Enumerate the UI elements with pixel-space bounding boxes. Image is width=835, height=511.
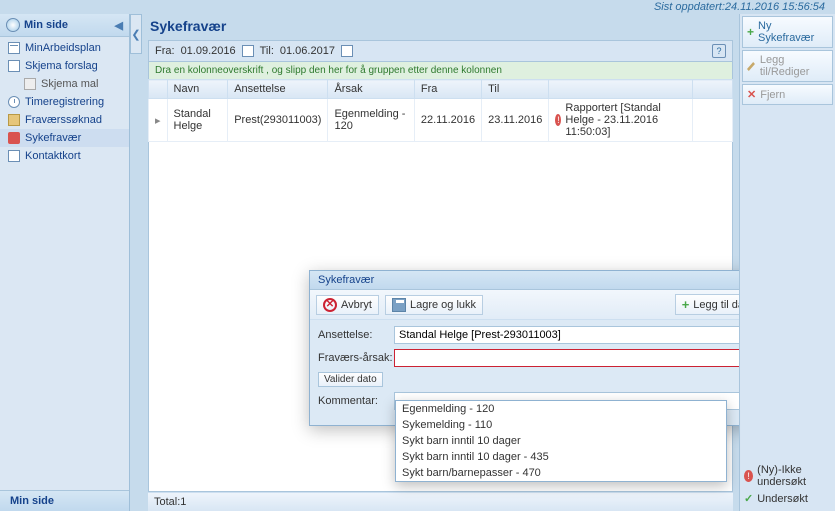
pencil-icon bbox=[747, 61, 756, 71]
x-icon: ✕ bbox=[747, 88, 756, 101]
group-by-hint: Dra en kolonneoverskrift , og slipp den … bbox=[148, 62, 733, 79]
col-ansettelse[interactable]: Ansettelse bbox=[228, 80, 328, 99]
cell-fra: 22.11.2016 bbox=[414, 99, 481, 142]
warning-icon: ! bbox=[555, 114, 561, 126]
sidebar-footer[interactable]: Min side bbox=[0, 490, 129, 511]
fra-value[interactable]: 01.09.2016 bbox=[181, 45, 236, 57]
remove-label: Fjern bbox=[760, 89, 785, 101]
col-navn[interactable]: Navn bbox=[167, 80, 228, 99]
option-egenmelding[interactable]: Egenmelding - 120 bbox=[396, 401, 726, 417]
col-fra[interactable]: Fra bbox=[414, 80, 481, 99]
save-label: Lagre og lukk bbox=[410, 299, 476, 311]
col-til[interactable]: Til bbox=[482, 80, 549, 99]
legend-examined: Undersøkt bbox=[757, 493, 808, 505]
col-status bbox=[549, 80, 693, 99]
clock-icon bbox=[8, 96, 20, 108]
arsak-dropdown[interactable]: Egenmelding - 120 Sykemelding - 110 Sykt… bbox=[395, 400, 727, 482]
table-row[interactable]: ▸ Standal Helge Prest(293011003) Egenmel… bbox=[149, 99, 733, 142]
document-icon bbox=[8, 60, 20, 72]
right-action-panel: + Ny Sykefravær Legg til/Rediger ✕ Fjern !… bbox=[739, 14, 835, 511]
sidebar-item-fravaerssoknad[interactable]: Fraværssøknad bbox=[0, 111, 129, 129]
ansettelse-label: Ansettelse: bbox=[318, 329, 394, 341]
warning-icon: ! bbox=[744, 470, 753, 482]
row-expander[interactable]: ▸ bbox=[149, 99, 168, 142]
sidebar-collapse-button[interactable]: ❮ bbox=[130, 14, 142, 54]
status-text: Rapportert [Standal Helge - 23.11.2016 1… bbox=[565, 102, 686, 138]
save-close-button[interactable]: Lagre og lukk bbox=[385, 295, 483, 315]
kommentar-label: Kommentar: bbox=[318, 395, 394, 407]
arsak-combo[interactable]: ▼ bbox=[394, 349, 773, 367]
sidebar-item-sykefravaer[interactable]: Sykefravær bbox=[0, 129, 129, 147]
calendar-icon bbox=[8, 42, 20, 54]
option-sykt-barn-barnepasser[interactable]: Sykt barn/barnepasser - 470 bbox=[396, 465, 726, 481]
top-status-bar: Sist oppdatert:24.11.2016 15:56:54 bbox=[0, 0, 835, 14]
legend-not-examined: (Ny)-Ikke undersøkt bbox=[757, 464, 831, 488]
sidebar-item-label: Kontaktkort bbox=[25, 150, 81, 162]
arsak-input[interactable] bbox=[394, 349, 773, 367]
help-icon[interactable]: ? bbox=[712, 44, 726, 58]
new-label: Ny Sykefravær bbox=[758, 20, 828, 44]
plus-icon: + bbox=[747, 25, 754, 39]
legend: ! (Ny)-Ikke undersøkt ✓ Undersøkt bbox=[742, 460, 833, 509]
fra-label: Fra: bbox=[155, 45, 175, 57]
sidebar-item-label: Skjema forslag bbox=[25, 60, 98, 72]
save-icon bbox=[392, 298, 406, 312]
plus-icon: + bbox=[682, 297, 690, 312]
col-spacer bbox=[693, 80, 733, 99]
calendar-icon[interactable] bbox=[242, 45, 254, 57]
sidebar-item-label: Sykefravær bbox=[25, 132, 81, 144]
remove-button[interactable]: ✕ Fjern bbox=[742, 84, 833, 105]
option-sykemelding[interactable]: Sykemelding - 110 bbox=[396, 417, 726, 433]
cell-navn: Standal Helge bbox=[167, 99, 228, 142]
grid-footer: Total:1 bbox=[148, 492, 733, 511]
page-icon bbox=[24, 78, 36, 90]
til-value[interactable]: 01.06.2017 bbox=[280, 45, 335, 57]
page-title: Sykefravær bbox=[148, 14, 733, 40]
edit-button[interactable]: Legg til/Rediger bbox=[742, 50, 833, 82]
sidebar-header: Min side ◀ bbox=[0, 14, 129, 37]
cell-arsak: Egenmelding - 120 bbox=[328, 99, 414, 142]
col-expander bbox=[149, 80, 168, 99]
option-sykt-barn-10-435[interactable]: Sykt barn inntil 10 dager - 435 bbox=[396, 449, 726, 465]
check-icon: ✓ bbox=[744, 492, 753, 505]
sidebar-item-skjema-forslag[interactable]: Skjema forslag bbox=[0, 57, 129, 75]
date-filter-bar: Fra: 01.09.2016 Til: 01.06.2017 ? bbox=[148, 40, 733, 62]
absence-grid: Navn Ansettelse Årsak Fra Til ▸ Standal … bbox=[148, 79, 733, 142]
collapse-left-icon[interactable]: ◀ bbox=[115, 19, 123, 32]
card-icon bbox=[8, 150, 20, 162]
cancel-label: Avbryt bbox=[341, 299, 372, 311]
calendar-icon[interactable] bbox=[341, 45, 353, 57]
sidebar: Min side ◀ MinArbeidsplan Skjema forslag… bbox=[0, 14, 130, 511]
cell-ansettelse: Prest(293011003) bbox=[228, 99, 328, 142]
grid-body-area: Sykefravær ✕Avbryt Lagre og lukk +Legg t… bbox=[148, 142, 733, 492]
grid-total: Total:1 bbox=[154, 496, 186, 508]
sidebar-item-kontaktkort[interactable]: Kontaktkort bbox=[0, 147, 129, 165]
sidebar-title: Min side bbox=[24, 19, 68, 31]
sidebar-item-skjema-mal[interactable]: Skjema mal bbox=[0, 75, 129, 93]
cancel-button[interactable]: ✕ Avbryt bbox=[316, 295, 379, 315]
last-updated: Sist oppdatert:24.11.2016 15:56:54 bbox=[654, 1, 825, 13]
sidebar-item-label: MinArbeidsplan bbox=[25, 42, 101, 54]
sidebar-item-minarbeidsplan[interactable]: MinArbeidsplan bbox=[0, 39, 129, 57]
sidebar-item-label: Skjema mal bbox=[41, 78, 98, 90]
globe-icon bbox=[6, 18, 20, 32]
folder-icon bbox=[8, 114, 20, 126]
sidebar-item-label: Fraværssøknad bbox=[25, 114, 102, 126]
cell-til: 23.11.2016 bbox=[482, 99, 549, 142]
cell-status: ! Rapportert [Standal Helge - 23.11.2016 … bbox=[549, 99, 693, 142]
edit-label: Legg til/Rediger bbox=[760, 54, 828, 78]
col-arsak[interactable]: Årsak bbox=[328, 80, 414, 99]
valider-dato-button[interactable]: Valider dato bbox=[318, 372, 383, 387]
sick-icon bbox=[8, 132, 20, 144]
cancel-icon: ✕ bbox=[323, 298, 337, 312]
new-sykefravar-button[interactable]: + Ny Sykefravær bbox=[742, 16, 833, 48]
option-sykt-barn-10[interactable]: Sykt barn inntil 10 dager bbox=[396, 433, 726, 449]
sidebar-item-label: Timeregistrering bbox=[25, 96, 104, 108]
til-label: Til: bbox=[260, 45, 274, 57]
arsak-label: Fraværs-årsak: bbox=[318, 352, 394, 364]
sidebar-footer-label: Min side bbox=[10, 495, 54, 507]
sidebar-item-timeregistrering[interactable]: Timeregistrering bbox=[0, 93, 129, 111]
